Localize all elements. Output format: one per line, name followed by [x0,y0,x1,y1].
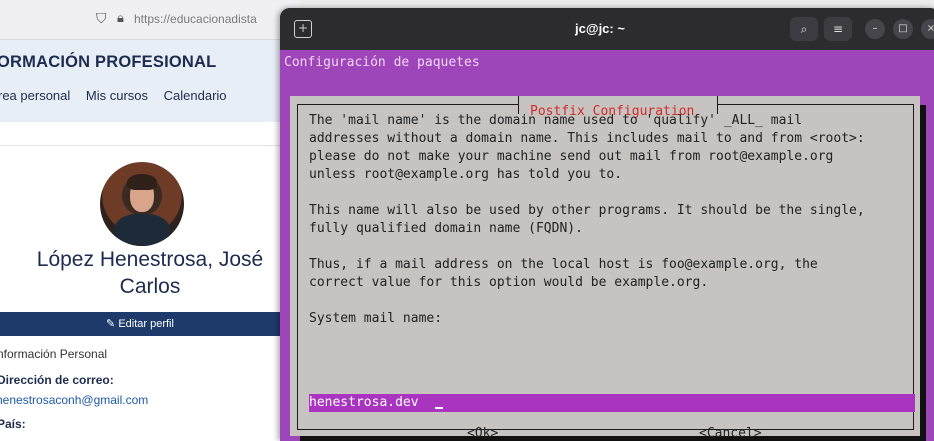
dialog-text: The 'mail name' is the domain name used … [309,113,865,326]
site-nav: rea personal Mis cursos Calendario [0,88,239,103]
url-text[interactable]: https://educacionadista [134,12,257,26]
maximize-icon[interactable]: □ [893,19,913,39]
terminal-window: + jc@jc: ~ ⌕ ≡ – □ × Configuración de pa… [280,8,934,441]
hamburger-menu-icon[interactable]: ≡ [824,17,852,41]
mail-name-value[interactable]: henestrosa.dev [309,394,419,412]
package-config-title: Configuración de paquetes [284,55,480,70]
email-link[interactable]: henestrosaconh@gmail.com [0,393,148,407]
postfix-dialog: Postfix Configuration The 'mail name' is… [290,96,920,441]
avatar [100,162,184,246]
profile-name-line1: López Henestrosa, José [36,248,264,271]
nav-item-my-courses[interactable]: Mis cursos [86,88,148,103]
site-title: ORMACIÓN PROFESIONAL [0,53,217,71]
profile-name: López Henestrosa, José Carlos [0,246,300,300]
lock-icon[interactable]: 🔒︎ [117,11,124,26]
info-section-heading: nformación Personal [0,347,108,361]
divider [0,145,300,146]
ok-button[interactable]: <Ok> [467,426,498,441]
edit-profile-button[interactable]: ✎ Editar perfil [0,312,280,336]
nav-item-personal-area[interactable]: rea personal [0,88,70,103]
search-icon[interactable]: ⌕ [790,17,818,41]
terminal-titlebar[interactable]: + jc@jc: ~ ⌕ ≡ – □ × [280,8,934,50]
browser-url-bar[interactable]: ⛉ 🔒︎ https://educacionadista [0,0,300,40]
profile-name-line2: Carlos [119,275,181,298]
email-label: Dirección de correo: [0,373,114,387]
nav-item-calendar[interactable]: Calendario [164,88,227,103]
text-cursor [435,407,443,409]
edit-icon: ✎ [106,318,116,330]
minimize-icon[interactable]: – [865,19,885,39]
browser-window: ⛉ 🔒︎ https://educacionadista ORMACIÓN PR… [0,0,300,441]
terminal-body[interactable]: Configuración de paquetes Postfix Config… [280,50,934,441]
close-icon[interactable]: × [921,19,934,39]
shield-icon[interactable]: ⛉ [96,11,107,27]
edit-profile-label: Editar perfil [118,318,174,330]
cancel-button[interactable]: <Cancel> [699,426,762,441]
country-label: País: [0,417,26,431]
